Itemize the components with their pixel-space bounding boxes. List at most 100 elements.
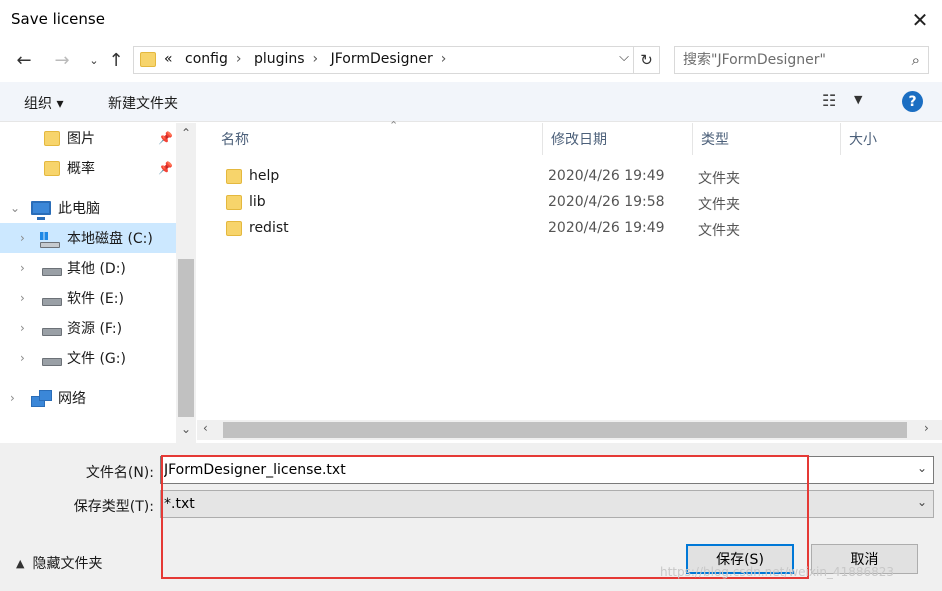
sidebar-item-label: 概率	[67, 161, 95, 177]
chevron-right-icon[interactable]: ›	[236, 51, 242, 67]
network-icon	[31, 390, 52, 407]
watermark: https://blog.csdn.net/weixin_41886823	[660, 565, 895, 579]
chevron-right-icon[interactable]: ›	[441, 51, 447, 67]
search-icon[interactable]: ⌕	[912, 51, 920, 69]
navigation-bar: ← → ⌄ ↑ « config › plugins › JFormDesigner…	[0, 40, 942, 80]
view-dropdown-icon[interactable]: ▼	[854, 93, 862, 106]
scrollbar-thumb[interactable]	[223, 422, 907, 438]
chevron-right-icon[interactable]: ›	[20, 291, 32, 305]
sidebar-item-drive-f[interactable]: › 资源 (F:)	[0, 313, 176, 343]
chevron-right-icon[interactable]: ›	[20, 351, 32, 365]
hide-folders-toggle[interactable]: ▲ 隐藏文件夹	[16, 553, 102, 573]
file-type: 文件夹	[698, 171, 740, 187]
file-date: 2020/4/26 19:49	[548, 168, 665, 184]
column-header-label: 名称	[221, 132, 249, 148]
file-list-scrollbar[interactable]: ‹ ›	[197, 420, 942, 440]
save-type-label: 保存类型(T):	[73, 499, 154, 515]
scroll-left-icon[interactable]: ‹	[203, 421, 208, 435]
sidebar-item-label: 其他 (D:)	[67, 261, 126, 277]
chevron-down-icon[interactable]: ⌄	[917, 461, 927, 475]
search-input[interactable]	[683, 51, 893, 69]
up-arrow-icon[interactable]: ↑	[104, 48, 128, 72]
column-header-modified[interactable]: 修改日期	[543, 123, 693, 155]
sidebar-item-drive-g[interactable]: › 文件 (G:)	[0, 343, 176, 373]
scroll-down-icon[interactable]: ⌄	[176, 422, 196, 436]
sidebar-item-label: 网络	[58, 391, 86, 407]
view-options-icon[interactable]: ☷	[822, 91, 836, 110]
filename-combobox[interactable]: ⌄	[160, 456, 934, 484]
sidebar-item-drive-d[interactable]: › 其他 (D:)	[0, 253, 176, 283]
file-type: 文件夹	[698, 197, 740, 213]
folder-icon	[140, 52, 156, 67]
breadcrumb: « config › plugins › JFormDesigner ›	[164, 51, 454, 67]
column-header-label: 修改日期	[551, 132, 607, 148]
file-name: help	[249, 168, 280, 184]
chevron-down-icon[interactable]: ⌄	[917, 495, 927, 509]
save-type-select[interactable]: *.txt ⌄	[160, 490, 934, 518]
address-bar[interactable]: « config › plugins › JFormDesigner › ⌵ ↻	[133, 46, 660, 74]
folder-icon	[44, 160, 60, 176]
sidebar-item-label: 资源 (F:)	[67, 321, 123, 337]
close-icon[interactable]: ✕	[906, 6, 934, 34]
scroll-right-icon[interactable]: ›	[924, 421, 929, 435]
window-title: Save license	[11, 10, 105, 28]
chevron-right-icon[interactable]: ›	[20, 261, 32, 275]
hide-folders-label: 隐藏文件夹	[32, 556, 103, 572]
breadcrumb-config[interactable]: config	[185, 51, 228, 67]
chevron-right-icon[interactable]: ›	[313, 51, 319, 67]
file-type: 文件夹	[698, 223, 740, 239]
chevron-right-icon[interactable]: ›	[20, 231, 32, 245]
breadcrumb-jformdesigner[interactable]: JFormDesigner	[331, 51, 433, 67]
sidebar-item-this-pc[interactable]: ⌄ 此电脑	[0, 193, 176, 223]
drive-icon	[40, 242, 60, 248]
chevron-right-icon[interactable]: ›	[10, 391, 22, 405]
forward-arrow-icon[interactable]: →	[50, 48, 74, 72]
address-dropdown-icon[interactable]: ⌵	[619, 50, 629, 65]
breadcrumb-plugins[interactable]: plugins	[254, 51, 305, 67]
new-folder-button[interactable]: 新建文件夹	[108, 93, 178, 113]
sidebar-item-drive-e[interactable]: › 软件 (E:)	[0, 283, 176, 313]
help-icon[interactable]: ?	[902, 91, 923, 112]
search-box[interactable]: ⌕	[674, 46, 929, 74]
column-header-label: 大小	[849, 132, 877, 148]
drive-icon	[42, 328, 62, 336]
file-row-redist[interactable]: redist 2020/4/26 19:49 文件夹	[197, 216, 942, 242]
file-row-help[interactable]: help 2020/4/26 19:49 文件夹	[197, 164, 942, 190]
recent-locations-chevron-icon[interactable]: ⌄	[82, 48, 106, 72]
file-row-lib[interactable]: lib 2020/4/26 19:58 文件夹	[197, 190, 942, 216]
column-header-type[interactable]: 类型	[693, 123, 841, 155]
sidebar-item-drive-c[interactable]: › 本地磁盘 (C:)	[0, 223, 176, 253]
scrollbar-thumb[interactable]	[178, 259, 194, 417]
breadcrumb-overflow[interactable]: «	[164, 51, 173, 67]
column-header-size[interactable]: 大小	[841, 123, 942, 155]
sidebar-item-network[interactable]: › 网络	[0, 383, 176, 413]
scroll-up-icon[interactable]: ⌃	[176, 126, 196, 140]
navigation-scrollbar[interactable]: ⌃ ⌄	[176, 123, 196, 443]
title-bar: Save license ✕	[0, 0, 942, 40]
command-bar: 组织 ▾ 新建文件夹 ☷ ▼ ?	[0, 82, 942, 122]
folder-icon	[44, 130, 60, 146]
filename-input[interactable]	[164, 461, 894, 479]
sidebar-item-label: 软件 (E:)	[67, 291, 124, 307]
chevron-down-icon[interactable]: ⌄	[10, 201, 22, 215]
refresh-icon[interactable]: ↻	[633, 47, 659, 73]
folder-icon	[226, 169, 242, 184]
chevron-up-icon: ▲	[16, 556, 25, 570]
sidebar-item-pictures[interactable]: 图片 📌	[0, 123, 176, 153]
column-header-name[interactable]: 名称 ⌃	[213, 119, 543, 155]
chevron-right-icon[interactable]: ›	[20, 321, 32, 335]
drive-icon	[42, 358, 62, 366]
filename-label: 文件名(N):	[85, 465, 154, 481]
sidebar-item-label: 此电脑	[58, 201, 100, 217]
back-arrow-icon[interactable]: ←	[12, 48, 36, 72]
sidebar-item-probability[interactable]: 概率 📌	[0, 153, 176, 183]
save-type-value: *.txt	[164, 496, 195, 512]
pin-icon[interactable]: 📌	[158, 161, 173, 175]
organize-button[interactable]: 组织 ▾	[24, 93, 63, 113]
file-date: 2020/4/26 19:49	[548, 220, 665, 236]
column-header-label: 类型	[701, 132, 729, 148]
pin-icon[interactable]: 📌	[158, 131, 173, 145]
sidebar-item-label: 文件 (G:)	[67, 351, 126, 367]
sort-ascending-icon: ⌃	[389, 119, 399, 132]
file-name: redist	[249, 220, 289, 236]
